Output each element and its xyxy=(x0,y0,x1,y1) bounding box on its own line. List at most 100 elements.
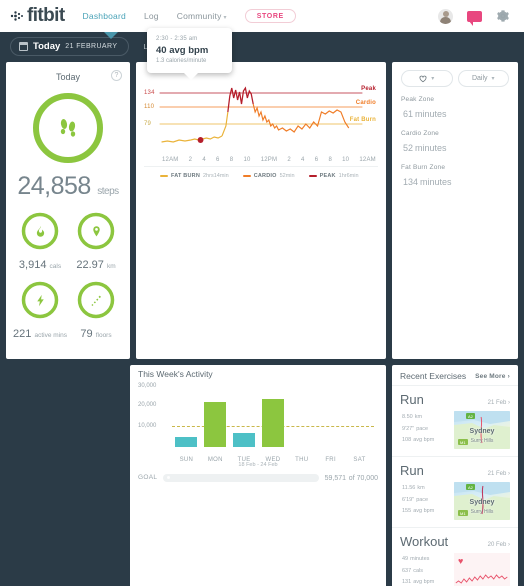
exercise-map-thumbnail[interactable]: A2 M1 Sydney Surry Hills xyxy=(454,411,510,449)
exercise-item[interactable]: Workout 20 Feb › 49 minutes 637 cals 131 av… xyxy=(392,527,518,586)
legend-label-cardio: CARDIO xyxy=(253,173,277,179)
exercise-stat: 49 minutes xyxy=(400,553,450,562)
map-city-label: Sydney xyxy=(469,499,495,507)
exercise-stat-unit: km xyxy=(414,414,423,420)
top-navigation-bar: fitbit Dashboard Log Community ▾ STORE xyxy=(0,0,524,32)
exercise-stat-unit: avg bpm xyxy=(413,579,435,585)
tooltip-bpm: 40 avg bpm xyxy=(156,45,209,56)
see-more-label: See More xyxy=(475,372,506,380)
week-goal-row: GOAL 59,571 of 70,000 xyxy=(138,472,378,483)
today-card: Today ? 24,858 steps 3,914 cals 22.97 km… xyxy=(6,62,130,359)
hr-xtick: 10 xyxy=(243,157,251,163)
store-button[interactable]: STORE xyxy=(244,9,296,23)
exercise-body: 8.50 km 9'27" pace 108 avg bpm A2 M1 Syd… xyxy=(400,411,510,449)
nav-link-log[interactable]: Log xyxy=(144,11,159,21)
primary-nav: Dashboard Log Community ▾ STORE xyxy=(83,9,296,23)
legend-label-fat-burn: FAT BURN xyxy=(171,173,200,179)
stairs-icon xyxy=(76,280,116,320)
chevron-down-icon: ▾ xyxy=(223,15,227,21)
metric-floors[interactable]: 79 floors xyxy=(68,280,124,340)
today-date: 21 FEBRUARY xyxy=(65,42,118,50)
week-activity-chart[interactable]: 30,000 20,000 10,000 SUN MON TUE WED THU… xyxy=(138,383,378,463)
heart-rate-chart[interactable]: 134 110 79 Peak Cardio Fat Burn xyxy=(144,82,378,154)
metric-select[interactable]: ▾ xyxy=(401,70,453,87)
nav-link-dashboard[interactable]: Dashboard xyxy=(83,11,126,21)
exercise-date-label: 21 Feb xyxy=(487,471,507,477)
zone-cardio-number: 52 xyxy=(403,143,414,153)
legend-value-fat-burn: 2hrs14min xyxy=(203,173,229,179)
date-selector[interactable]: Today 21 FEBRUARY xyxy=(10,36,130,56)
legend-peak[interactable]: PEAK 1hr6min xyxy=(308,173,359,179)
zone-fat-burn-unit: minutes xyxy=(420,177,452,187)
pin-icon xyxy=(76,211,116,251)
exercise-stat-unit: km xyxy=(417,485,425,491)
exercise-heartrate-thumbnail[interactable]: ♥ xyxy=(454,553,510,586)
week-activity-title: This Week's Activity xyxy=(138,369,213,379)
period-select[interactable]: Daily ▾ xyxy=(457,70,509,87)
exercise-item[interactable]: Run 21 Feb › 8.50 km 9'27" pace 108 avg bpm xyxy=(392,385,518,456)
heart-rate-x-axis: 12AM 2 4 6 8 10 12PM 2 4 6 8 10 12AM xyxy=(144,154,378,163)
active-mins-value: 221 xyxy=(13,328,32,340)
steps-ring[interactable] xyxy=(30,90,106,166)
gear-icon[interactable] xyxy=(496,9,510,23)
tooltip-calories: 1.3 calories/minute xyxy=(156,58,207,64)
zone-fat-burn-name: Fat Burn Zone xyxy=(401,164,446,171)
bar-tue[interactable] xyxy=(233,433,256,447)
recent-exercises-card: Recent Exercises See More › Run 21 Feb ›… xyxy=(392,365,518,586)
dashboard-row-2: This Week's Activity 30,000 20,000 10,00… xyxy=(6,365,518,586)
zone-peak-name: Peak Zone xyxy=(401,96,435,103)
tooltip-pointer xyxy=(183,72,199,80)
goal-label: GOAL xyxy=(138,474,158,481)
metric-active-mins-value: 221 active mins xyxy=(12,328,68,340)
legend-swatch-cardio xyxy=(242,175,251,177)
see-more-link[interactable]: See More › xyxy=(475,373,510,380)
bar-mon[interactable] xyxy=(204,402,227,447)
week-xtick-sat: SAT xyxy=(353,457,366,463)
week-ytick-30000: 30,000 xyxy=(138,383,157,389)
bar-wed[interactable] xyxy=(261,399,284,447)
exercise-date-label: 20 Feb xyxy=(487,542,507,548)
calories-value: 3,914 xyxy=(18,259,47,271)
bar-sun[interactable] xyxy=(175,437,198,447)
legend-value-cardio: 52min xyxy=(279,173,295,179)
exercise-stat: 108 avg bpm xyxy=(400,434,450,443)
metric-active-mins[interactable]: 221 active mins xyxy=(12,280,68,340)
hr-xtick: 6 xyxy=(216,157,220,163)
exercise-stat: 9'27" pace xyxy=(400,423,450,432)
week-xtick-mon: MON xyxy=(207,457,223,463)
week-xtick-thu: THU xyxy=(295,457,309,463)
nav-community-label: Community xyxy=(176,11,222,21)
chat-icon[interactable] xyxy=(467,10,482,26)
exercise-name: Run xyxy=(400,463,424,478)
calendar-icon xyxy=(19,41,28,51)
hr-xtick: 8 xyxy=(328,157,332,163)
heart-rate-legend: FAT BURN 2hrs14min CARDIO 52min PEAK 1hr… xyxy=(144,166,378,181)
legend-fat-burn[interactable]: FAT BURN 2hrs14min xyxy=(160,173,229,179)
fitbit-logo[interactable]: fitbit xyxy=(10,5,65,27)
steps-ring-wrapper xyxy=(12,90,124,166)
help-icon[interactable]: ? xyxy=(111,70,122,81)
goal-target: of 70,000 xyxy=(348,475,378,482)
nav-link-community[interactable]: Community ▾ xyxy=(177,11,227,21)
legend-cardio[interactable]: CARDIO 52min xyxy=(242,173,295,179)
metric-calories-value: 3,914 cals xyxy=(12,259,68,271)
exercise-stat: 155 avg bpm xyxy=(400,505,450,514)
exercise-map-thumbnail[interactable]: A2 M1 Sydney Surry Hills xyxy=(454,482,510,520)
hr-xtick: 12AM xyxy=(359,157,376,163)
exercise-name: Workout xyxy=(400,534,449,549)
floors-ring xyxy=(76,280,116,320)
footsteps-icon xyxy=(30,90,106,166)
exercise-stat: 6'19" pace xyxy=(400,494,450,503)
recent-exercises-title: Recent Exercises xyxy=(400,371,467,381)
steps-count: 24,858 steps xyxy=(12,172,124,201)
exercise-header: Run 21 Feb › xyxy=(400,463,510,478)
week-xtick-tue: TUE xyxy=(237,457,251,463)
exercise-item[interactable]: Run 21 Feb › 11.56 km 6'19" pace 155 avg bp… xyxy=(392,456,518,527)
hr-xtick: 4 xyxy=(202,157,206,163)
metric-calories[interactable]: 3,914 cals xyxy=(12,211,68,271)
exercise-stat: 8.50 km xyxy=(400,411,450,420)
avatar-icon[interactable] xyxy=(438,8,453,24)
recent-exercises-header: Recent Exercises See More › xyxy=(392,365,518,385)
hr-xtick: 12PM xyxy=(260,157,278,163)
metric-distance[interactable]: 22.97 km xyxy=(68,211,124,271)
